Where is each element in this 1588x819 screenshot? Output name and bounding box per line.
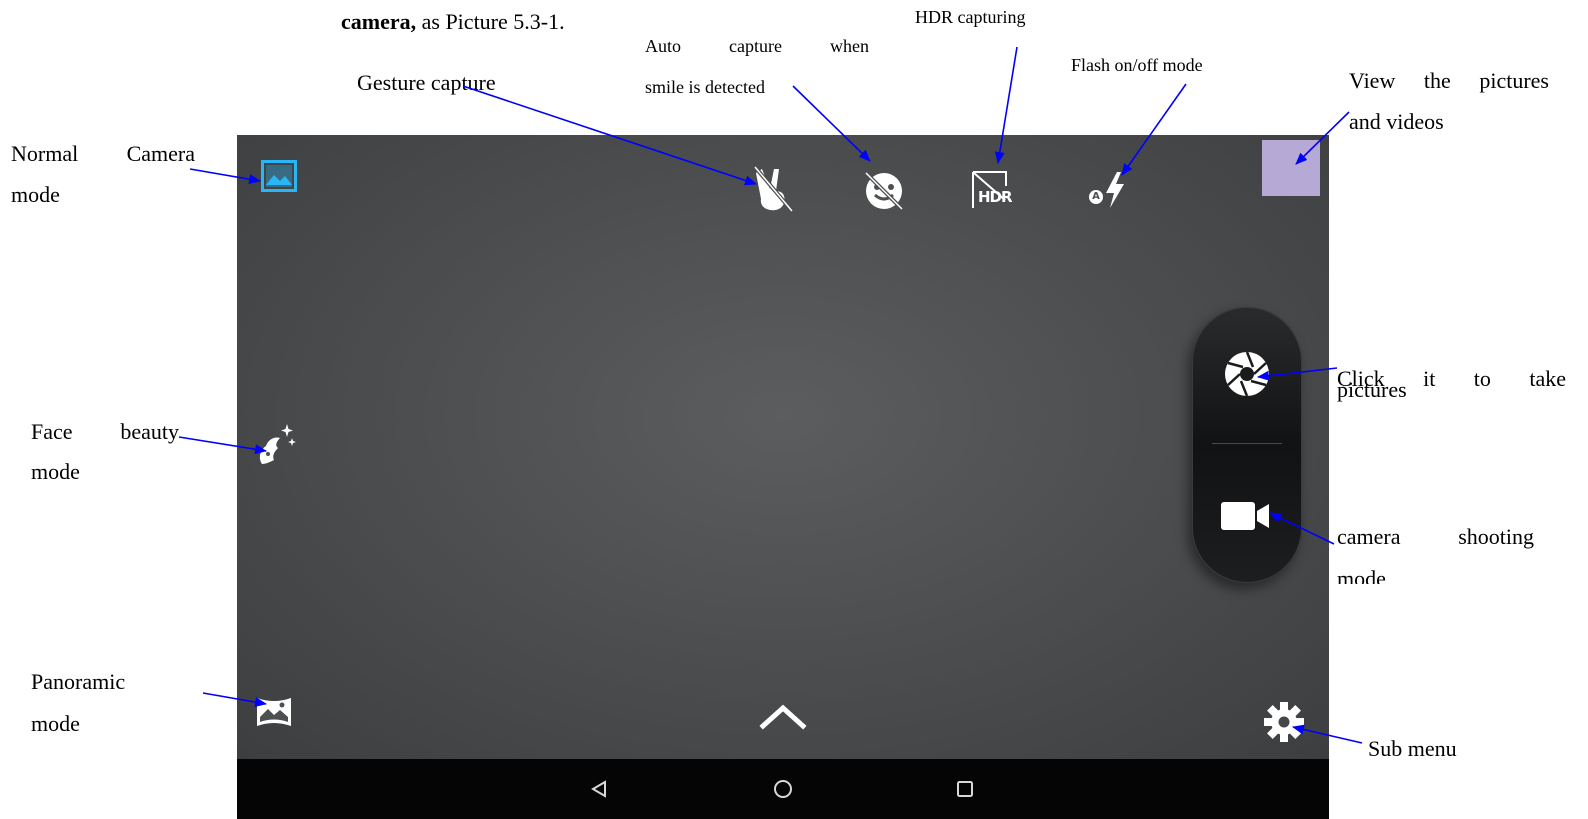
word: to: [1473, 366, 1491, 391]
label-smile-line2: smile is detected: [645, 77, 765, 97]
label-gesture: Gesture capture: [357, 70, 496, 95]
hdr-text: HDR: [978, 188, 1013, 206]
word: Face: [31, 419, 73, 444]
label-normal-line1: Normal Camera: [11, 135, 195, 173]
gesture-capture-icon[interactable]: [752, 165, 794, 213]
label-pano-line1: Panoramic: [31, 669, 126, 694]
word: shooting: [1458, 524, 1534, 549]
label-video-line1: camera shooting: [1337, 518, 1534, 556]
label-submenu: Sub menu: [1368, 736, 1457, 761]
label-video-line2: mode: [1337, 566, 1386, 584]
label-face-line1: Face beauty: [31, 413, 179, 451]
label-view-line2: and videos: [1349, 109, 1444, 134]
panorama-icon[interactable]: [254, 695, 294, 729]
word: Normal: [11, 141, 79, 166]
intro-bold: camera,: [341, 9, 417, 34]
word: View: [1349, 68, 1396, 93]
smile-capture-icon[interactable]: [862, 169, 906, 213]
word: when: [830, 36, 869, 56]
label-face-line2: mode: [31, 459, 80, 484]
word: Camera: [126, 141, 195, 166]
gear-icon[interactable]: [1262, 700, 1306, 744]
back-icon[interactable]: [589, 779, 609, 799]
label-hdr: HDR capturing: [915, 7, 1026, 27]
chevron-up-icon[interactable]: [759, 702, 807, 732]
word: pictures: [1479, 68, 1549, 93]
shutter-icon[interactable]: [1222, 349, 1272, 399]
word: it: [1423, 366, 1436, 391]
intro-text: camera, as Picture 5.3-1.: [341, 3, 565, 41]
home-icon[interactable]: [772, 778, 794, 800]
word: camera: [1337, 524, 1401, 549]
word: Auto: [645, 36, 681, 56]
capture-controls: [1192, 307, 1302, 583]
intro-rest: as Picture 5.3-1.: [416, 9, 565, 34]
label-pano-line2: mode: [31, 711, 80, 736]
label-smile-line1: Auto capture when: [645, 31, 869, 61]
label-flash: Flash on/off mode: [1071, 55, 1203, 75]
face-beauty-icon[interactable]: [252, 420, 298, 468]
label-normal-line2: mode: [11, 182, 60, 207]
label-take-line2: pictures: [1337, 377, 1407, 402]
navigation-bar: [237, 759, 1329, 819]
label-view-line1: View the pictures: [1349, 62, 1549, 100]
gallery-thumbnail[interactable]: [1262, 140, 1320, 196]
flash-icon[interactable]: A: [1087, 171, 1127, 209]
normal-camera-icon[interactable]: [261, 160, 297, 192]
flash-auto-badge: A: [1089, 190, 1103, 204]
hdr-icon[interactable]: HDR: [970, 170, 1020, 210]
word: take: [1529, 366, 1566, 391]
word: capture: [729, 36, 782, 56]
pill-divider: [1212, 443, 1282, 444]
video-camera-icon[interactable]: [1220, 499, 1270, 533]
camera-viewfinder[interactable]: HDR A: [237, 135, 1329, 759]
word: beauty: [120, 419, 179, 444]
word: the: [1423, 68, 1451, 93]
recents-icon[interactable]: [955, 779, 975, 799]
